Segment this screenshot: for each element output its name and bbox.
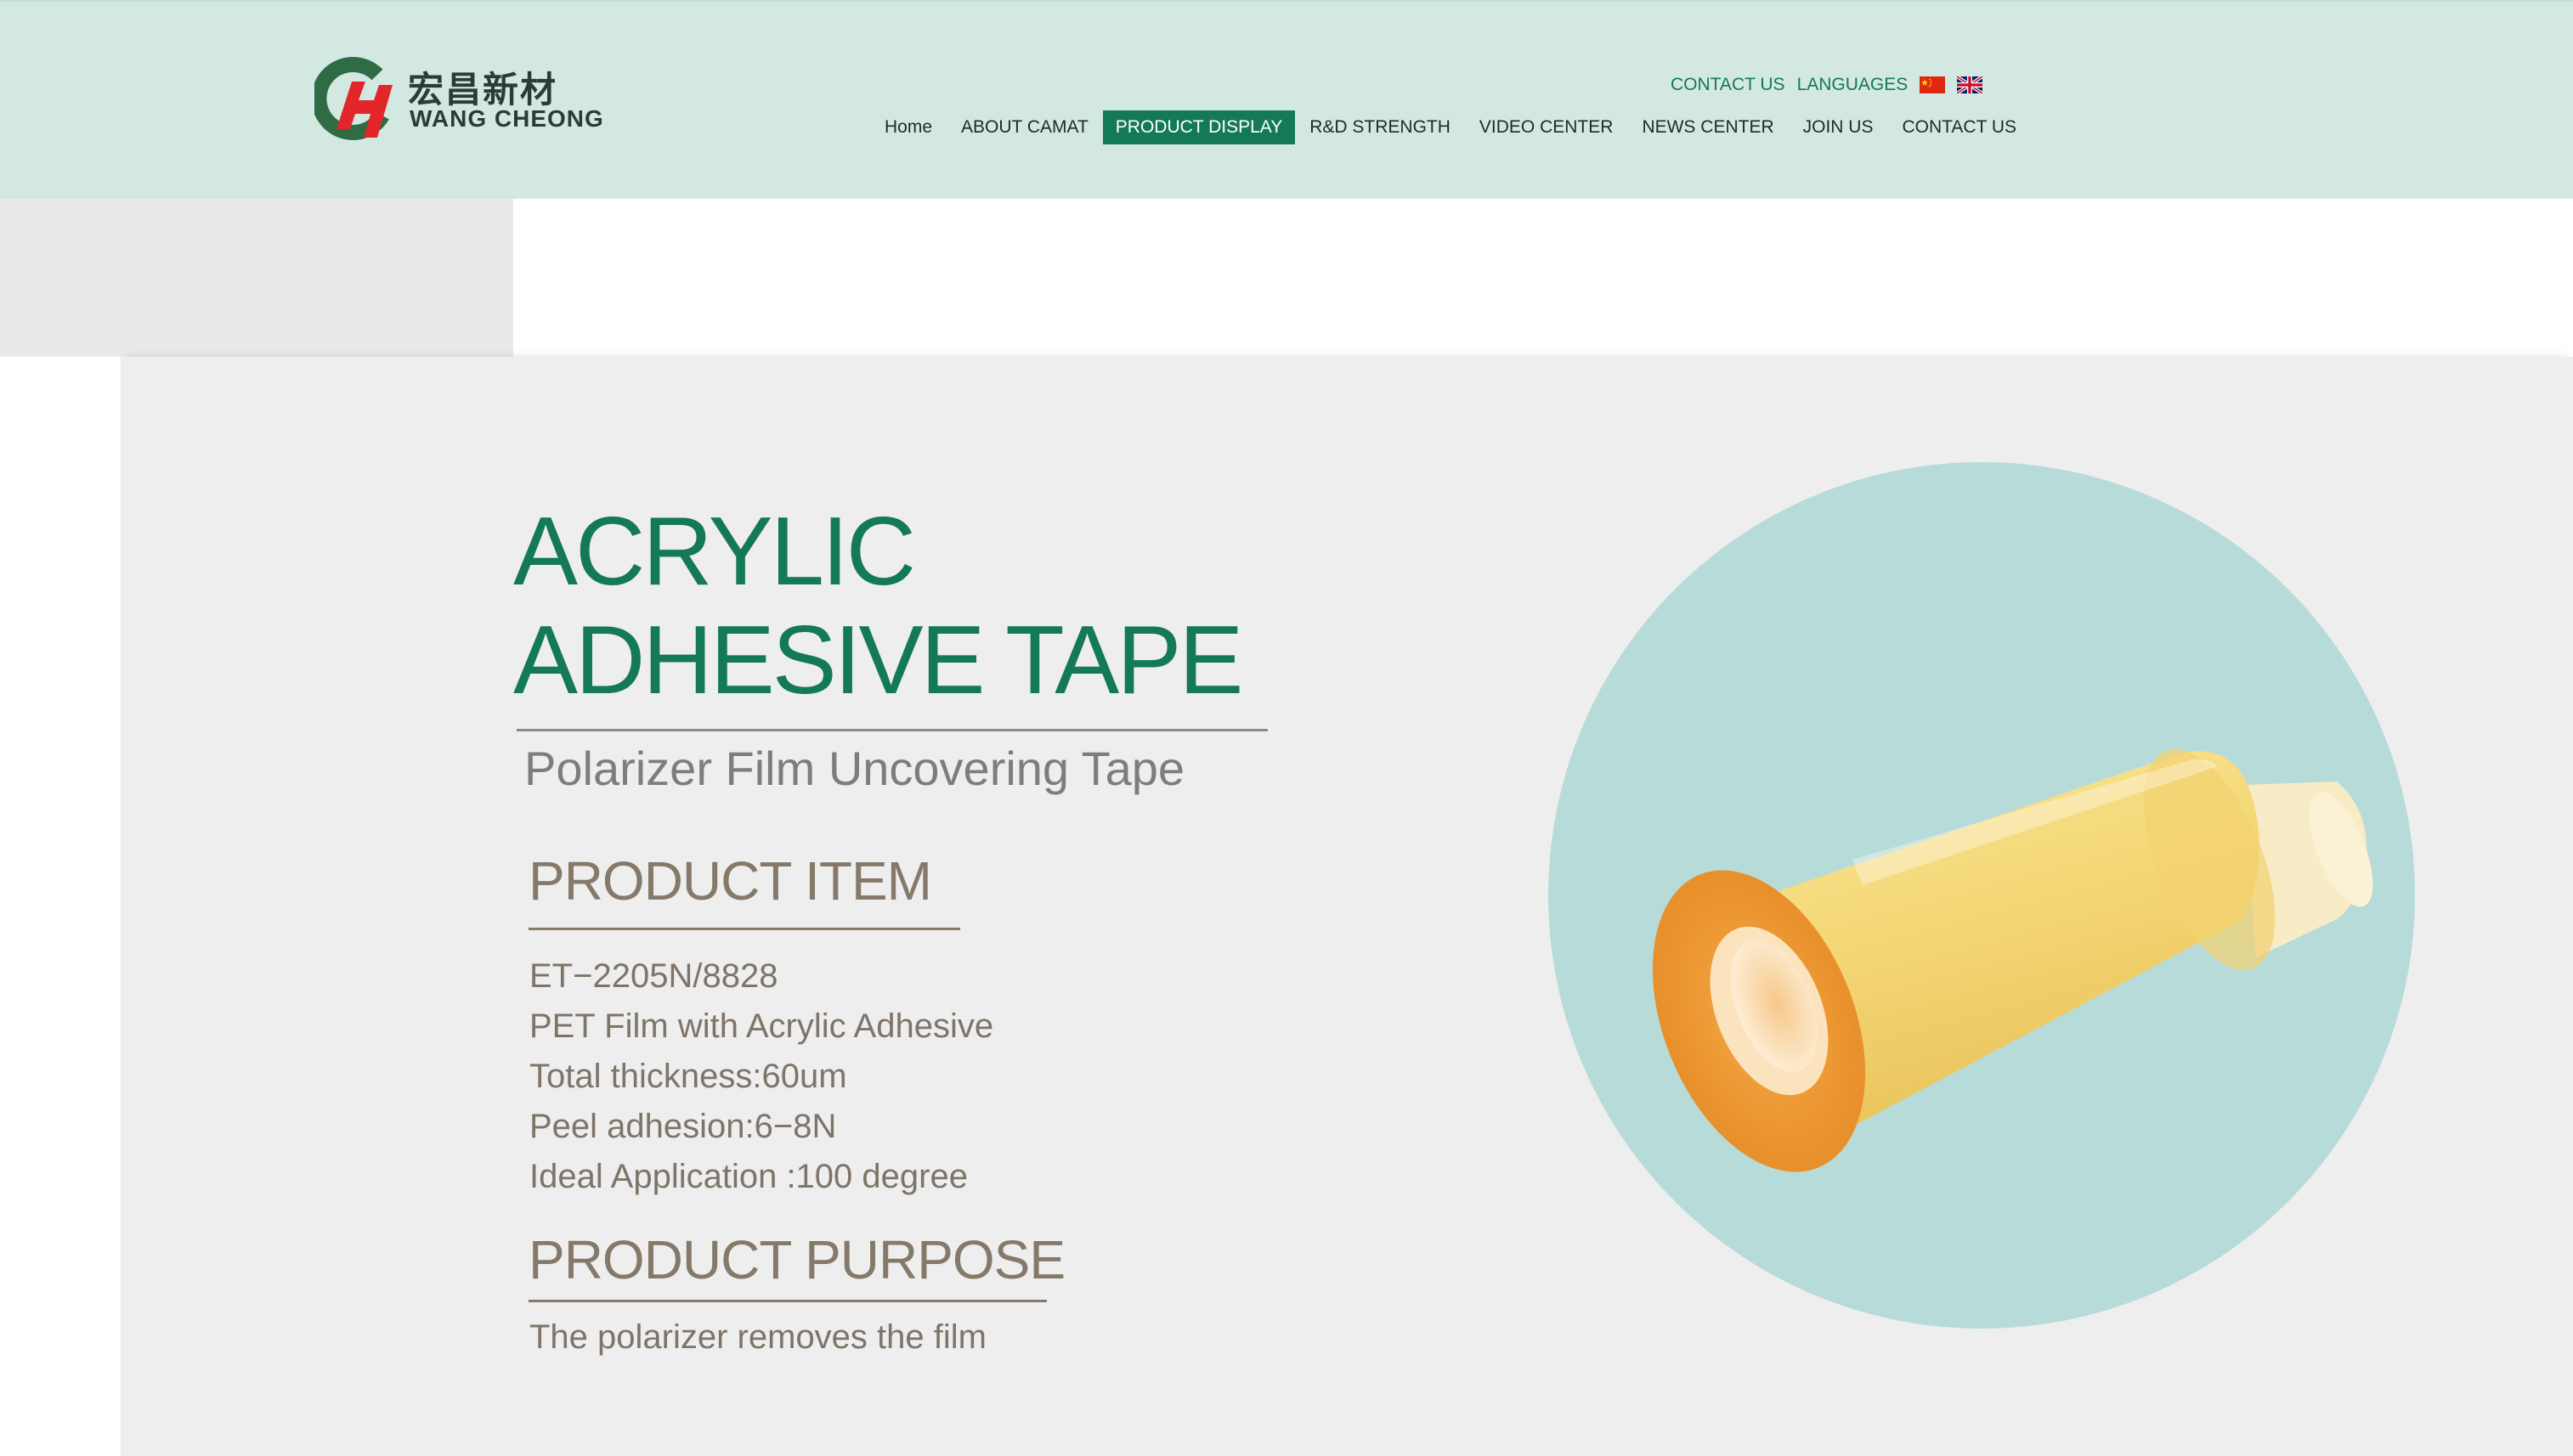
nav-product-display[interactable]: PRODUCT DISPLAY (1102, 110, 1296, 144)
spec-item: Total thickness:60um (529, 1058, 847, 1095)
product-subtitle: Polarizer Film Uncovering Tape (524, 742, 1185, 795)
product-purpose-divider (529, 1300, 1047, 1302)
product-title: ACRYLIC ADHESIVE TAPE (513, 498, 1243, 715)
nav-news-center[interactable]: NEWS CENTER (1627, 110, 1788, 144)
product-item-divider (529, 928, 960, 930)
spec-item: PET Film with Acrylic Adhesive (529, 1007, 994, 1045)
nav-join-us[interactable]: JOIN US (1789, 110, 1888, 144)
product-purpose-text: The polarizer removes the film (529, 1318, 987, 1356)
nav-about-camat[interactable]: ABOUT CAMAT (947, 110, 1103, 144)
nav-rd-strength[interactable]: R&D STRENGTH (1295, 110, 1465, 144)
top-utility-links: CONTACT US LANGUAGES (1671, 73, 1983, 97)
spec-item: ET−2205N/8828 (529, 957, 778, 995)
main-navigation: Home ABOUT CAMAT PRODUCT DISPLAY R&D STR… (870, 110, 2031, 144)
nav-contact-us[interactable]: CONTACT US (1887, 110, 2031, 144)
contact-us-link[interactable]: CONTACT US (1671, 75, 1785, 95)
site-header: 宏昌新材 WANG CHEONG CONTACT US LANGUAGES Ho… (0, 0, 2573, 199)
spec-item: Ideal Application :100 degree (529, 1158, 968, 1195)
product-title-line-2: ADHESIVE TAPE (513, 607, 1243, 714)
product-purpose-heading: PRODUCT PURPOSE (529, 1229, 1066, 1290)
banner-right-panel (513, 199, 2573, 357)
spec-item: Peel adhesion:6−8N (529, 1108, 837, 1145)
product-item-heading: PRODUCT ITEM (529, 850, 932, 911)
uk-flag-icon[interactable] (1957, 76, 1983, 93)
china-flag-icon[interactable] (1920, 76, 1946, 93)
product-title-line-1: ACRYLIC (513, 498, 916, 606)
logo-mark-icon (314, 56, 393, 140)
spec-list: ET−2205N/8828 PET Film with Acrylic Adhe… (529, 951, 993, 1202)
site-logo[interactable]: 宏昌新材 WANG CHEONG (314, 56, 603, 146)
nav-home[interactable]: Home (870, 110, 947, 144)
languages-link[interactable]: LANGUAGES (1797, 75, 1909, 95)
title-divider (517, 729, 1268, 731)
logo-english-text: WANG CHEONG (410, 105, 604, 132)
nav-video-center[interactable]: VIDEO CENTER (1465, 110, 1628, 144)
tape-roll-image (1548, 462, 2415, 1329)
banner-left-panel (0, 199, 513, 357)
